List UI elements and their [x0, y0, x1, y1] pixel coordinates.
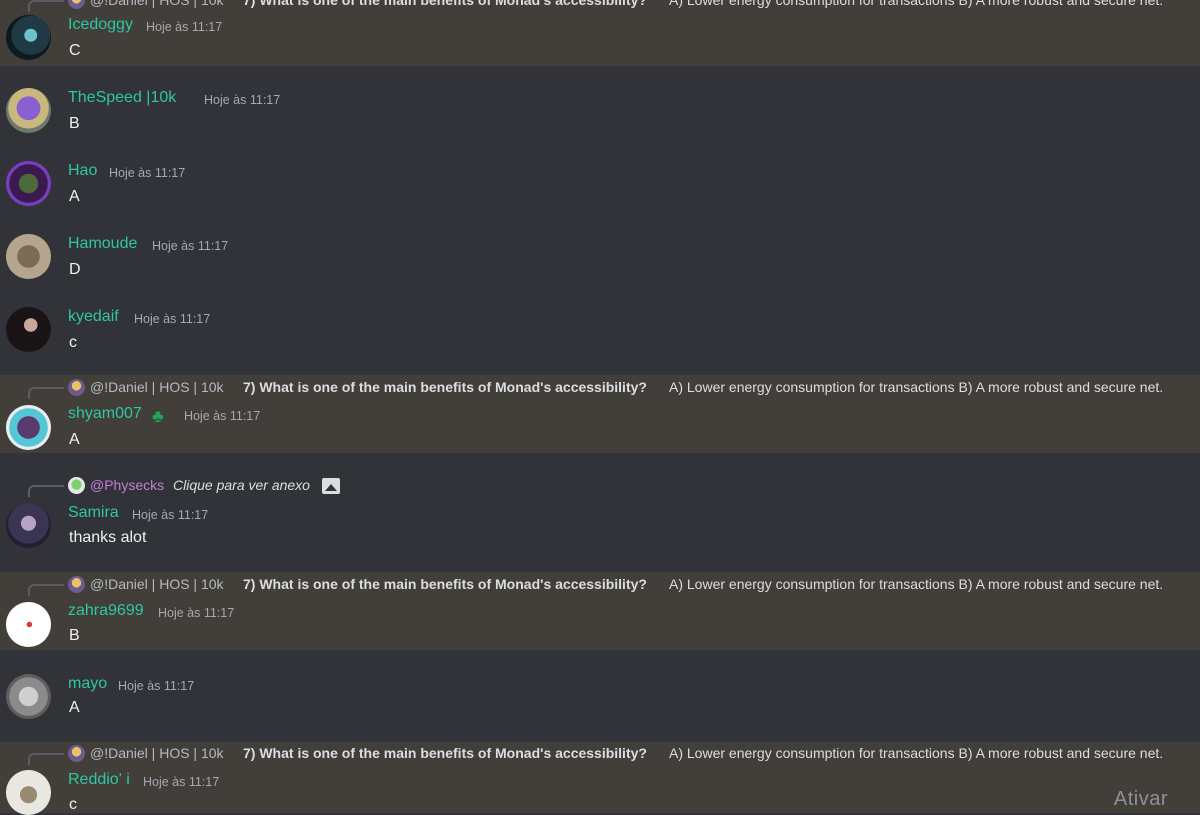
- image-attachment-icon[interactable]: [322, 478, 340, 494]
- reply-author[interactable]: @!Daniel | HOS | 10k: [90, 0, 224, 8]
- message-item: Hamoude Hoje às 11:17 D: [0, 212, 1200, 285]
- message-text: c: [69, 796, 77, 813]
- message-item: TheSpeed |10k Hoje às 11:17 B: [0, 66, 1200, 139]
- reply-preview[interactable]: @Physecks Clique para ver anexo: [28, 475, 1200, 497]
- avatar[interactable]: [6, 15, 51, 60]
- reply-author[interactable]: @Physecks: [90, 477, 164, 493]
- message-item: Hao Hoje às 11:17 A: [0, 139, 1200, 212]
- username[interactable]: Hamoude: [68, 235, 137, 253]
- message-text: D: [69, 261, 81, 278]
- avatar[interactable]: [6, 405, 51, 450]
- timestamp: Hoje às 11:17: [118, 679, 195, 693]
- avatar[interactable]: [6, 602, 51, 647]
- message-text: A: [69, 431, 80, 448]
- reply-avatar: [68, 745, 85, 762]
- reply-text: 7) What is one of the main benefits of M…: [243, 0, 647, 8]
- reply-avatar: [68, 477, 85, 494]
- username[interactable]: TheSpeed |10k: [68, 89, 176, 107]
- message-item: @!Daniel | HOS | 10k 7) What is one of t…: [0, 742, 1200, 815]
- message-item: @!Daniel | HOS | 10k 7) What is one of t…: [0, 0, 1200, 66]
- username[interactable]: Samira: [68, 504, 119, 522]
- message-text: C: [69, 42, 81, 59]
- message-text: A: [69, 188, 80, 205]
- message-item: @!Daniel | HOS | 10k 7) What is one of t…: [0, 375, 1200, 453]
- reply-text: 7) What is one of the main benefits of M…: [243, 576, 647, 592]
- message-text: A: [69, 699, 80, 716]
- avatar[interactable]: [6, 307, 51, 352]
- timestamp: Hoje às 11:17: [132, 508, 209, 522]
- reply-spine: [28, 753, 64, 765]
- message-text: c: [69, 334, 77, 351]
- reply-tail: A) Lower energy consumption for transact…: [669, 576, 1164, 592]
- reply-spine: [28, 485, 64, 497]
- username[interactable]: mayo: [68, 675, 107, 693]
- reply-author[interactable]: @!Daniel | HOS | 10k: [90, 745, 224, 761]
- message-item: mayo Hoje às 11:17 A: [0, 650, 1200, 742]
- timestamp: Hoje às 11:17: [143, 775, 220, 789]
- message-item: @Physecks Clique para ver anexo Samira H…: [0, 453, 1200, 571]
- avatar[interactable]: [6, 503, 51, 548]
- reply-spine: [28, 0, 64, 12]
- username[interactable]: zahra9699: [68, 602, 144, 620]
- avatar[interactable]: [6, 161, 51, 206]
- timestamp: Hoje às 11:17: [204, 93, 281, 107]
- timestamp: Hoje às 11:17: [134, 312, 211, 326]
- timestamp: Hoje às 11:17: [109, 166, 186, 180]
- reply-preview[interactable]: @!Daniel | HOS | 10k 7) What is one of t…: [28, 0, 1200, 12]
- reply-preview[interactable]: @!Daniel | HOS | 10k 7) What is one of t…: [28, 574, 1200, 596]
- reply-tail: A) Lower energy consumption for transact…: [669, 379, 1164, 395]
- message-text: B: [69, 115, 80, 132]
- timestamp: Hoje às 11:17: [152, 239, 229, 253]
- timestamp: Hoje às 11:17: [184, 409, 261, 423]
- message-text: B: [69, 627, 80, 644]
- avatar[interactable]: [6, 234, 51, 279]
- reply-avatar: [68, 0, 85, 9]
- message-feed: @!Daniel | HOS | 10k 7) What is one of t…: [0, 0, 1200, 815]
- username[interactable]: Icedoggy: [68, 16, 133, 34]
- reply-avatar: [68, 379, 85, 396]
- reply-tail: A) Lower energy consumption for transact…: [669, 0, 1164, 8]
- username[interactable]: Reddio' i: [68, 771, 130, 789]
- timestamp: Hoje às 11:17: [158, 606, 235, 620]
- reply-avatar: [68, 576, 85, 593]
- reply-spine: [28, 584, 64, 596]
- reply-preview[interactable]: @!Daniel | HOS | 10k 7) What is one of t…: [28, 743, 1200, 765]
- username[interactable]: shyam007: [68, 405, 142, 423]
- clover-badge-icon: ♣: [152, 406, 164, 426]
- username[interactable]: Hao: [68, 162, 97, 180]
- reply-author[interactable]: @!Daniel | HOS | 10k: [90, 576, 224, 592]
- reply-author[interactable]: @!Daniel | HOS | 10k: [90, 379, 224, 395]
- avatar[interactable]: [6, 88, 51, 133]
- reply-text: 7) What is one of the main benefits of M…: [243, 379, 647, 395]
- username[interactable]: kyedaif: [68, 308, 119, 326]
- reply-text[interactable]: Clique para ver anexo: [173, 477, 310, 493]
- message-item: kyedaif Hoje às 11:17 c: [0, 285, 1200, 375]
- activation-watermark: Ativar: [1113, 788, 1168, 810]
- reply-preview[interactable]: @!Daniel | HOS | 10k 7) What is one of t…: [28, 377, 1200, 399]
- avatar[interactable]: [6, 770, 51, 815]
- reply-tail: A) Lower energy consumption for transact…: [669, 745, 1164, 761]
- reply-spine: [28, 387, 64, 399]
- reply-text: 7) What is one of the main benefits of M…: [243, 745, 647, 761]
- message-text: thanks alot: [69, 529, 147, 546]
- message-item: @!Daniel | HOS | 10k 7) What is one of t…: [0, 572, 1200, 650]
- timestamp: Hoje às 11:17: [146, 20, 223, 34]
- avatar[interactable]: [6, 674, 51, 719]
